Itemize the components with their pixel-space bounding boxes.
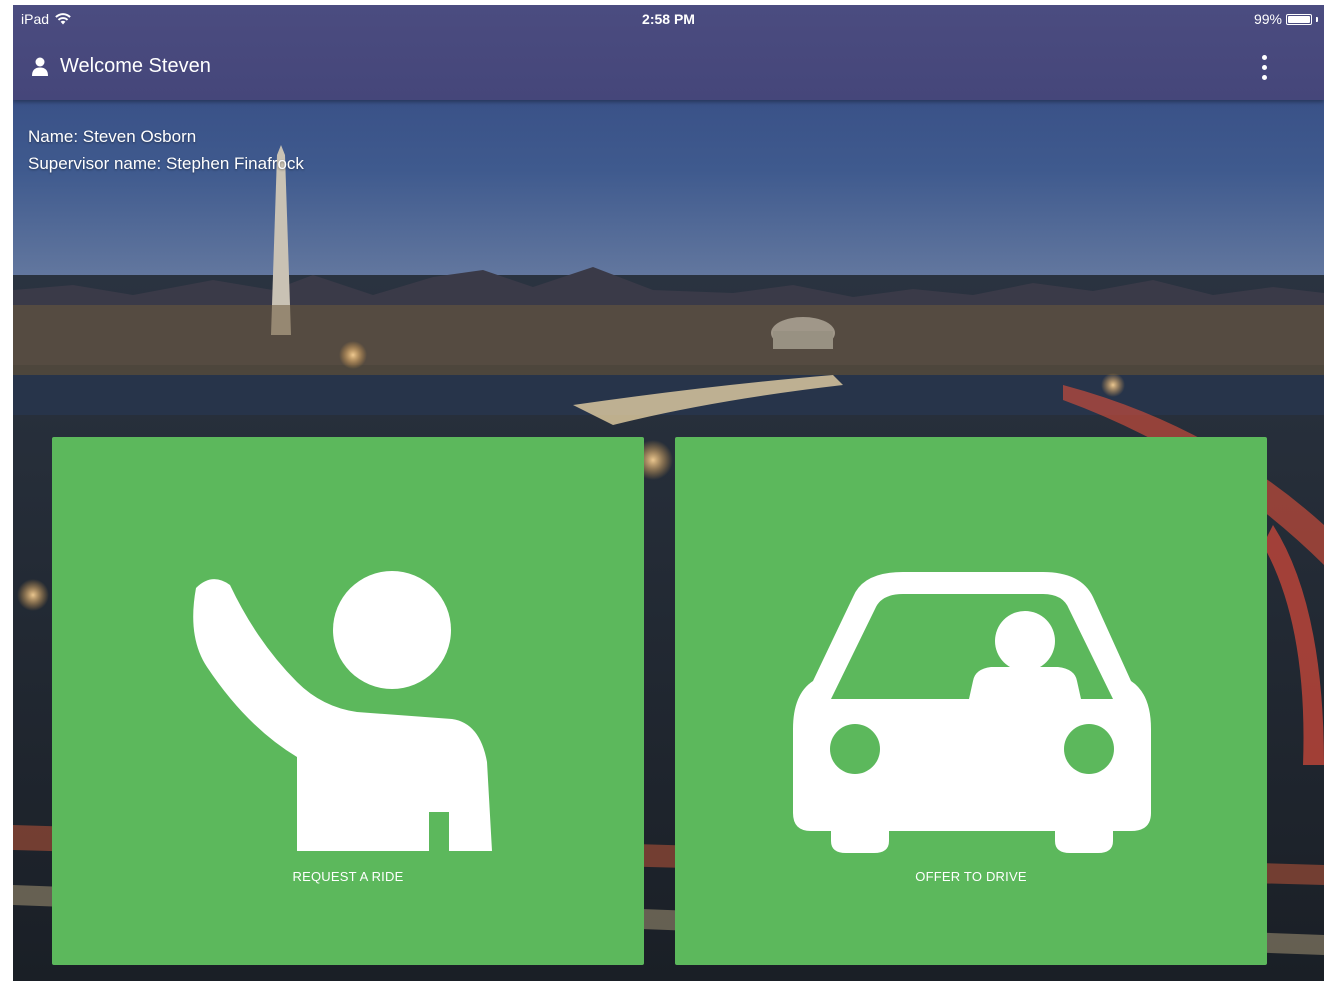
user-info: Name: Steven Osborn Supervisor name: Ste… [28,123,304,177]
vertical-dots-icon [1261,54,1267,60]
status-bar: iPad 2:58 PM 99% [13,5,1324,33]
vertical-dots-icon [1261,74,1267,80]
employee-name: Name: Steven Osborn [28,127,197,146]
battery-fill [1288,15,1310,23]
app-screen: iPad 2:58 PM 99% Welcome Steven Name: St… [13,5,1324,981]
user-icon [32,57,48,76]
battery-icon [1286,13,1312,25]
car-with-driver-icon [793,572,1151,853]
vertical-dots-icon [1261,64,1267,70]
battery-tip [1316,16,1318,22]
battery-percent: 99% [1253,11,1282,27]
offer-drive-label: OFFER TO DRIVE [915,869,1027,884]
request-ride-button[interactable]: REQUEST A RIDE [52,437,644,965]
raised-hand-person-icon [193,571,492,851]
nav-row: Welcome Steven [13,49,1324,85]
request-ride-label: REQUEST A RIDE [292,869,404,884]
supervisor-name: Supervisor name: Stephen Finafrock [28,154,304,173]
welcome-title: Welcome Steven [60,55,211,77]
overflow-menu-button[interactable] [1252,49,1276,85]
status-time: 2:58 PM [642,11,695,27]
offer-drive-button[interactable]: OFFER TO DRIVE [675,437,1267,965]
app-header: iPad 2:58 PM 99% Welcome Steven [13,5,1324,100]
status-right: 99% [1254,11,1318,27]
